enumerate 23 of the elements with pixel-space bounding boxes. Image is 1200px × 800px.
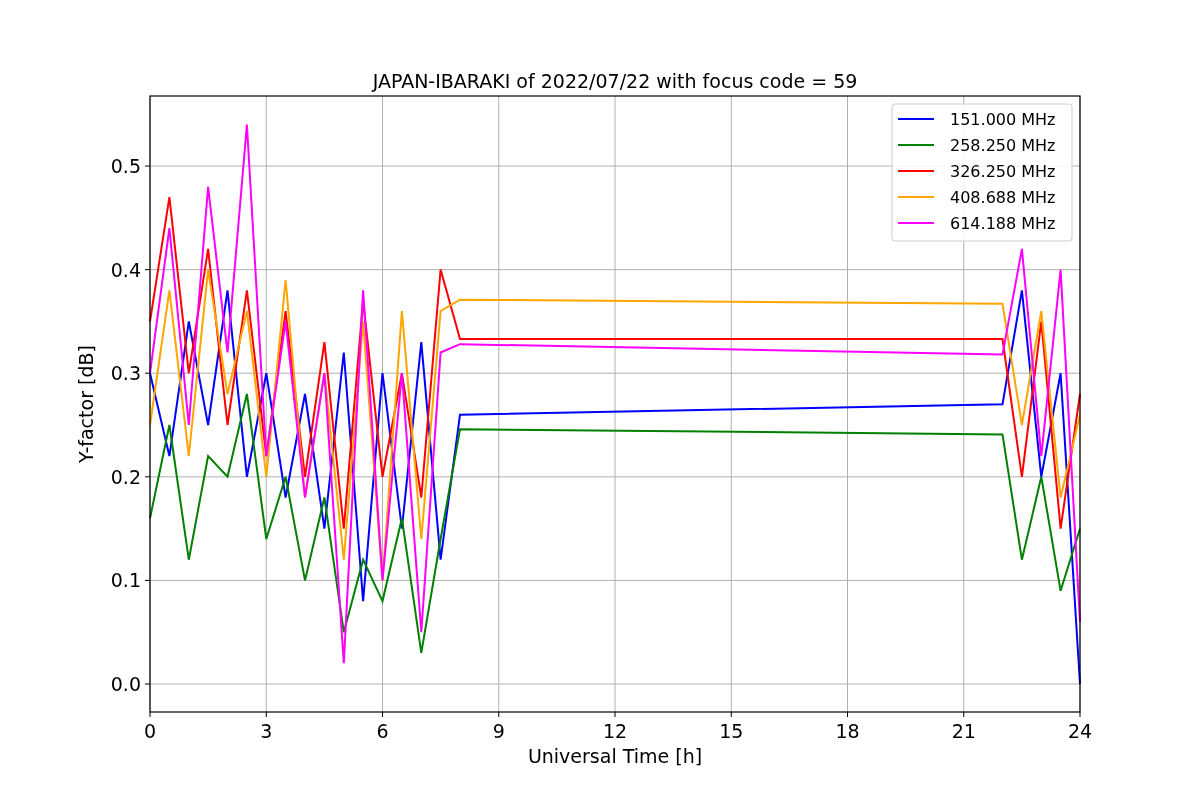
x-axis-label: Universal Time [h] [527, 745, 703, 767]
legend-label: 326.250 MHz [950, 162, 1056, 181]
chart-title: JAPAN-IBARAKI of 2022/07/22 with focus code = 59 [372, 70, 858, 92]
y-tick-label: 0.5 [110, 155, 141, 178]
x-tick-label: 9 [492, 720, 505, 742]
x-tick-label: 6 [376, 720, 389, 742]
x-tick-label: 21 [951, 720, 976, 742]
y-tick-label: 0.1 [110, 569, 141, 592]
x-tick-label: 15 [719, 720, 744, 742]
y-tick-label: 0.4 [110, 258, 141, 281]
legend-label: 151.000 MHz [950, 110, 1056, 129]
y-axis-label: Y-factor [dB] [75, 345, 97, 463]
legend-label: 614.188 MHz [950, 214, 1056, 233]
x-tick-label: 3 [260, 720, 273, 742]
y-tick-label: 0.2 [110, 465, 141, 488]
legend-label: 408.688 MHz [950, 188, 1056, 207]
legend-label: 258.250 MHz [950, 136, 1056, 155]
y-tick-label: 0.0 [110, 673, 141, 696]
y-tick-label: 0.3 [110, 362, 141, 385]
x-tick-label: 0 [143, 720, 157, 742]
x-tick-label: 24 [1067, 720, 1093, 742]
x-tick-label: 18 [835, 720, 860, 742]
x-tick-label: 12 [602, 720, 628, 742]
